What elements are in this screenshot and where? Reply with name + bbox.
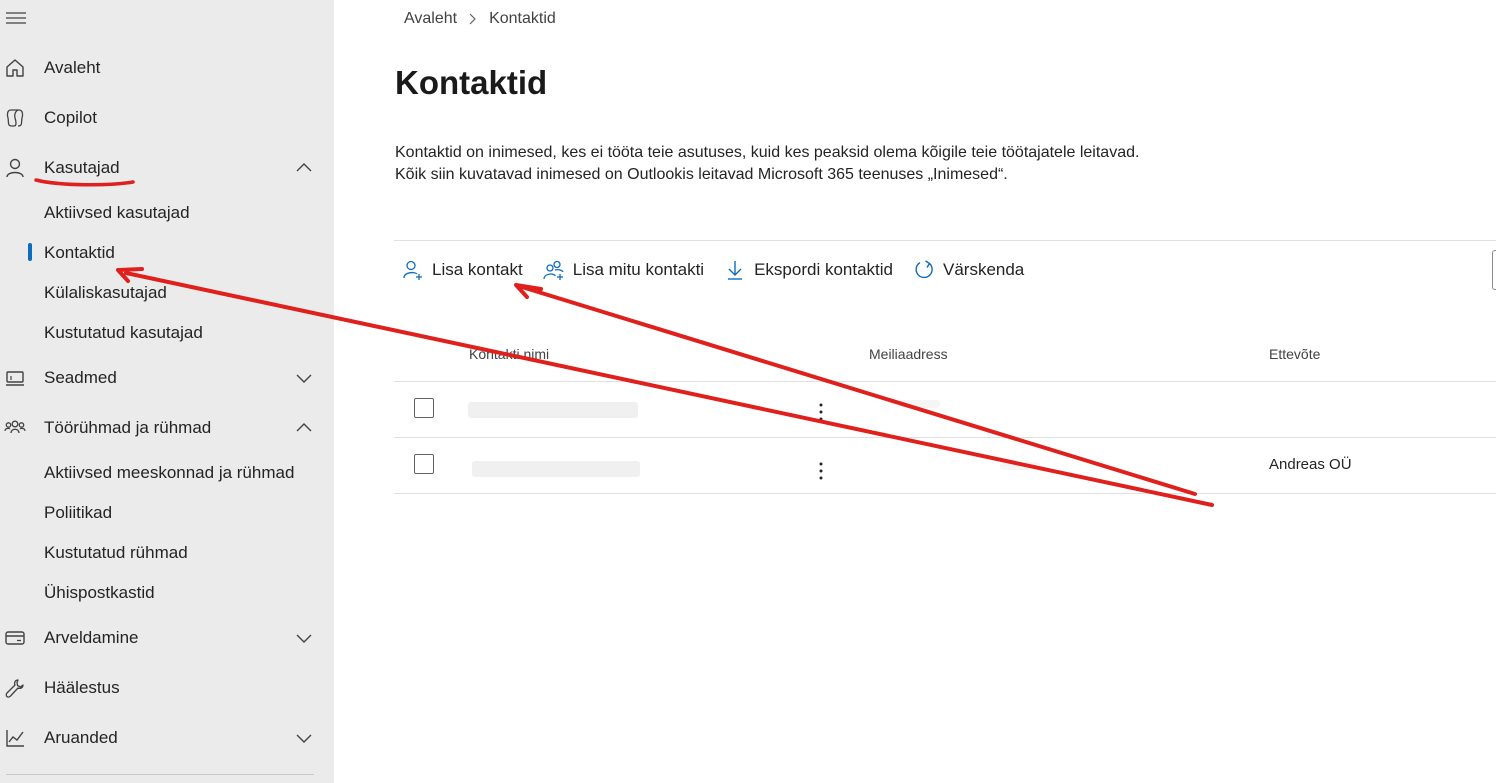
page-title: Kontaktid	[395, 64, 548, 101]
sidebar-item-label: Copilot	[44, 108, 97, 127]
contact-email-redacted	[1000, 462, 1040, 470]
chevron-down-icon[interactable]	[296, 630, 312, 646]
more-actions-icon[interactable]	[818, 402, 824, 422]
breadcrumb: Avaleht Kontaktid	[404, 8, 556, 30]
sidebar-subitem-contacts[interactable]: Kontaktid	[44, 237, 115, 269]
refresh-label: Värskenda	[942, 260, 1025, 279]
home-icon	[6, 59, 24, 77]
copilot-icon	[6, 109, 24, 127]
sidebar-item-label: Häälestus	[44, 678, 120, 697]
chevron-right-icon	[469, 13, 476, 25]
sidebar-item-copilot[interactable]: Copilot	[0, 98, 334, 138]
sidebar-item-home[interactable]: Avaleht	[0, 48, 334, 88]
row-checkbox[interactable]	[414, 454, 434, 474]
people-add-icon	[543, 260, 564, 280]
add-contact-button[interactable]: Lisa kontakt	[402, 259, 523, 281]
sidebar-item-label: Avaleht	[44, 58, 101, 77]
hamburger-menu-icon[interactable]	[6, 10, 26, 26]
sidebar-subitem-deleted-groups[interactable]: Kustutatud rühmad	[44, 537, 188, 569]
header-divider	[394, 381, 1496, 382]
breadcrumb-home-link[interactable]: Avaleht	[404, 10, 457, 28]
sidebar-item-label: Kasutajad	[44, 158, 120, 177]
chevron-down-icon[interactable]	[296, 730, 312, 746]
contact-name-redacted[interactable]	[468, 402, 638, 418]
add-multiple-contacts-button[interactable]: Lisa mitu kontakti	[543, 259, 704, 281]
sidebar-item-reports[interactable]: Aruanded	[0, 718, 334, 758]
more-actions-icon[interactable]	[818, 461, 824, 481]
sidebar-item-devices[interactable]: Seadmed	[0, 358, 334, 398]
add-contact-label: Lisa kontakt	[432, 260, 523, 279]
sidebar-subitem-shared-mailboxes[interactable]: Ühispostkastid	[44, 577, 155, 609]
credit-card-icon	[5, 631, 25, 645]
sidebar-item-label: Töörühmad ja rühmad	[44, 418, 212, 437]
sidebar-item-label: Aruanded	[44, 728, 118, 747]
export-contacts-label: Ekspordi kontaktid	[754, 260, 893, 279]
device-icon	[6, 371, 24, 386]
sidebar-subitem-guest-users[interactable]: Külaliskasutajad	[44, 277, 167, 309]
sidebar-item-users[interactable]: Kasutajad	[0, 148, 334, 188]
sidebar-item-billing[interactable]: Arveldamine	[0, 618, 334, 658]
active-indicator	[28, 243, 32, 261]
command-bar: Lisa kontakt Lisa mitu kontakti Ekspordi…	[402, 256, 1044, 284]
sidebar-divider	[6, 774, 314, 775]
refresh-button[interactable]: Värskenda	[913, 259, 1024, 281]
download-icon	[728, 261, 743, 280]
arrowhead-annotation	[514, 283, 543, 299]
sidebar-subitem-active-users[interactable]: Aktiivsed kasutajad	[44, 197, 190, 229]
row-divider	[394, 493, 1496, 494]
person-icon	[6, 158, 24, 178]
export-contacts-button[interactable]: Ekspordi kontaktid	[724, 259, 893, 281]
sidebar-item-setup[interactable]: Häälestus	[0, 668, 334, 708]
row-divider	[394, 437, 1496, 438]
row-checkbox[interactable]	[414, 398, 434, 418]
company-cell: Andreas OÜ	[1269, 456, 1352, 473]
wrench-icon	[5, 679, 24, 698]
contact-email-redacted	[900, 400, 940, 408]
sidebar-subitem-policies[interactable]: Poliitikad	[44, 497, 112, 529]
people-team-icon	[4, 420, 26, 434]
chevron-up-icon[interactable]	[296, 420, 312, 436]
column-header-company[interactable]: Ettevõte	[1269, 346, 1320, 362]
person-add-icon	[403, 260, 422, 280]
column-header-email[interactable]: Meiliaadress	[869, 346, 948, 362]
sidebar: Avaleht Copilot Kasutajad Aktiivsed kasu…	[0, 0, 334, 783]
refresh-icon	[915, 260, 933, 279]
chart-line-icon	[6, 730, 24, 747]
page-description: Kontaktid on inimesed, kes ei tööta teie…	[395, 144, 1140, 183]
chevron-down-icon[interactable]	[296, 370, 312, 386]
add-multiple-contacts-label: Lisa mitu kontakti	[572, 260, 705, 279]
breadcrumb-current: Kontaktid	[489, 10, 556, 27]
sidebar-item-label: Arveldamine	[44, 628, 139, 647]
column-header-name[interactable]: Kontakti nimi	[469, 346, 549, 362]
toolbar-divider	[394, 240, 1496, 241]
sidebar-subitem-active-teams[interactable]: Aktiivsed meeskonnad ja rühmad	[44, 457, 294, 489]
contact-name-redacted[interactable]	[472, 461, 640, 477]
search-box-edge[interactable]	[1492, 250, 1496, 290]
chevron-up-icon[interactable]	[296, 160, 312, 176]
sidebar-subitem-deleted-users[interactable]: Kustutatud kasutajad	[44, 317, 203, 349]
sidebar-item-teams-groups[interactable]: Töörühmad ja rühmad	[0, 408, 334, 448]
sidebar-item-label: Seadmed	[44, 368, 117, 387]
